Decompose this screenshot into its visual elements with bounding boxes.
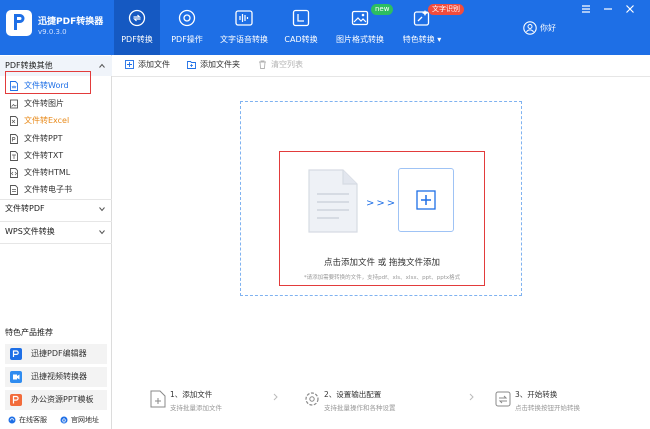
sidebar-group-to-pdf[interactable]: 文件转PDF xyxy=(0,199,112,219)
headset-icon xyxy=(8,416,16,424)
chevron-right-icon xyxy=(273,393,278,401)
sidebar-item-to-ppt[interactable]: 文件转PPT xyxy=(10,131,63,147)
tab-pdf-convert[interactable]: PDF转换 xyxy=(114,0,160,55)
user-label: 你好 xyxy=(540,23,556,33)
plus-icon xyxy=(416,190,436,210)
step-title: 1、添加文件 xyxy=(170,390,213,399)
tool-label: 添加文件夹 xyxy=(200,60,240,69)
close-icon[interactable] xyxy=(624,3,636,15)
chevron-right-icon xyxy=(469,393,474,401)
sidebar-item-label: 文件转PPT xyxy=(24,134,63,143)
video-converter-icon xyxy=(10,371,22,383)
cad-icon xyxy=(292,9,310,27)
add-file-icon xyxy=(125,60,134,69)
tab-label: PDF操作 xyxy=(171,35,203,44)
convert-icon xyxy=(128,9,146,27)
home-icon xyxy=(60,416,68,424)
tab-label: PDF转换 xyxy=(121,35,153,44)
add-file-tile[interactable] xyxy=(398,168,454,232)
step-subtitle: 点击转换按钮开始转换 xyxy=(515,404,580,412)
gear-icon xyxy=(305,392,319,406)
website-link[interactable]: 官网地址 xyxy=(60,415,99,425)
file-add-step-icon xyxy=(150,390,166,408)
ppt-template-icon xyxy=(10,394,22,406)
footer-label: 在线客服 xyxy=(19,416,47,424)
convert-step-icon xyxy=(495,391,511,407)
sidebar-item-to-txt[interactable]: 文件转TXT xyxy=(10,148,63,164)
title-bar: 迅捷PDF转换器 v9.0.3.0 PDF转换 PDF操作 文字语音转换 CAD… xyxy=(0,0,650,55)
group-label: WPS文件转换 xyxy=(5,227,55,236)
add-file-button[interactable]: 添加文件 xyxy=(125,58,170,72)
image-file-icon xyxy=(10,99,18,108)
image-icon xyxy=(351,10,369,26)
sidebar-group-wps[interactable]: WPS文件转换 xyxy=(0,222,112,242)
group-label: 文件转PDF xyxy=(5,204,45,213)
pdf-editor-icon xyxy=(10,348,22,360)
feature-label: 迅捷视频转换器 xyxy=(31,372,87,381)
ocr-badge: 文字识别 xyxy=(428,4,464,15)
feature-pdf-editor[interactable]: 迅捷PDF编辑器 xyxy=(5,344,107,364)
new-badge: new xyxy=(371,4,394,15)
tool-label: 添加文件 xyxy=(138,60,170,69)
app-version: v9.0.3.0 xyxy=(38,28,67,36)
audio-wave-icon xyxy=(235,10,253,26)
pdf-ops-icon xyxy=(178,9,196,27)
footer-label: 官网地址 xyxy=(71,416,99,424)
chevron-down-icon xyxy=(99,207,105,212)
sidebar-item-label: 文件转TXT xyxy=(24,151,64,160)
html-file-icon xyxy=(10,167,18,178)
group-label: PDF转换其他 xyxy=(5,61,53,70)
excel-file-icon xyxy=(10,115,18,126)
supported-formats-hint: *请添加需要转换的文件，支持pdf、xls、xlsx、ppt、pptx格式 xyxy=(303,275,461,281)
app-title: 迅捷PDF转换器 xyxy=(38,17,104,27)
tab-label: 特色转换 ▾ xyxy=(402,35,442,44)
minimize-icon[interactable] xyxy=(602,3,614,15)
online-service-link[interactable]: 在线客服 xyxy=(8,415,47,425)
feature-title: 特色产品推荐 xyxy=(5,328,53,337)
feature-label: 迅捷PDF编辑器 xyxy=(31,349,87,358)
ppt-file-icon xyxy=(10,133,18,144)
add-folder-button[interactable]: 添加文件夹 xyxy=(187,58,240,72)
sidebar-item-label: 文件转电子书 xyxy=(24,185,72,194)
sidebar-item-to-image[interactable]: 文件转图片 xyxy=(10,96,64,112)
tab-pdf-ops[interactable]: PDF操作 xyxy=(166,0,208,55)
tab-label: 文字语音转换 xyxy=(220,35,268,44)
document-icon xyxy=(308,169,358,233)
user-account[interactable]: 你好 xyxy=(523,21,556,35)
sidebar-item-to-excel[interactable]: 文件转Excel xyxy=(10,113,69,129)
sidebar-item-label: 文件转图片 xyxy=(24,99,64,108)
tab-label: 图片格式转换 xyxy=(336,35,384,44)
menu-icon[interactable] xyxy=(580,3,592,15)
sidebar-item-to-ebook[interactable]: 文件转电子书 xyxy=(10,182,72,198)
step-title: 3、开始转换 xyxy=(515,390,558,399)
tool-label: 清空列表 xyxy=(271,60,303,69)
add-folder-icon xyxy=(187,61,196,69)
tab-cad[interactable]: CAD转换 xyxy=(280,0,322,55)
feature-label: 办公资源PPT模板 xyxy=(31,395,94,404)
chevron-down-icon xyxy=(99,230,105,235)
chevron-down-icon: ▾ xyxy=(437,35,442,44)
ebook-file-icon xyxy=(10,184,18,195)
sidebar-item-label: 文件转Excel xyxy=(24,116,70,125)
tab-text-speech[interactable]: 文字语音转换 xyxy=(218,0,270,55)
step-subtitle: 支持批量添加文件 xyxy=(170,404,222,412)
selection-highlight xyxy=(5,71,91,94)
trash-icon xyxy=(259,60,266,69)
sidebar-item-label: 文件转HTML xyxy=(24,168,71,177)
txt-file-icon xyxy=(10,150,18,161)
clear-list-button[interactable]: 清空列表 xyxy=(258,58,303,72)
sidebar-item-to-html[interactable]: 文件转HTML xyxy=(10,165,70,181)
chevron-up-icon xyxy=(99,63,105,68)
user-icon xyxy=(523,21,537,35)
feature-video-converter[interactable]: 迅捷视频转换器 xyxy=(5,367,107,387)
feature-ppt-templates[interactable]: 办公资源PPT模板 xyxy=(5,390,107,410)
tab-label: CAD转换 xyxy=(284,35,318,44)
divider xyxy=(0,243,112,244)
drop-instructions: 点击添加文件 或 拖拽文件添加 xyxy=(324,258,440,268)
step-subtitle: 支持批量操作和各种设置 xyxy=(324,404,396,412)
app-logo-icon xyxy=(6,10,32,36)
arrow-right-icon: >>> xyxy=(366,198,398,209)
step-title: 2、设置输出配置 xyxy=(324,390,382,399)
